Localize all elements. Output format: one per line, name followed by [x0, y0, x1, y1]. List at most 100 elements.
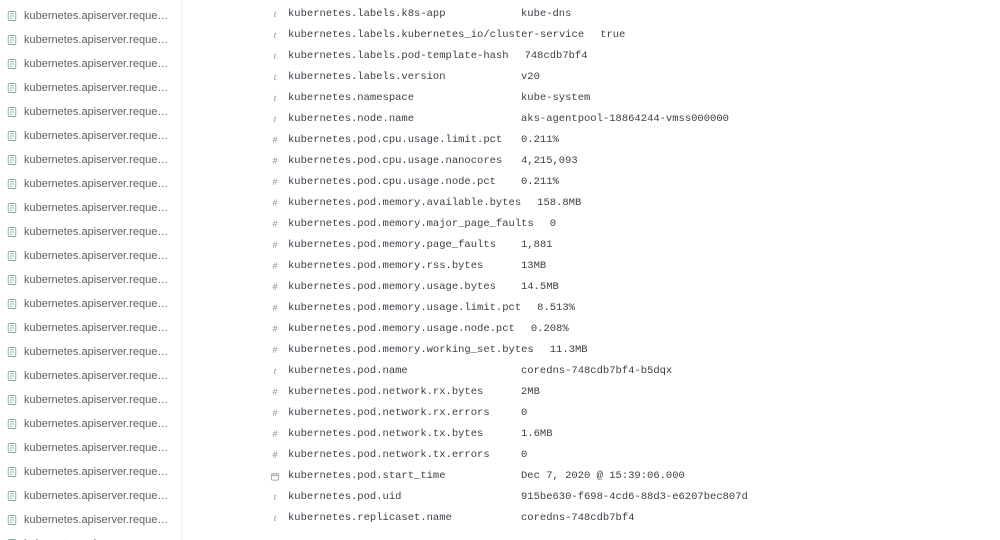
document-icon: [6, 514, 18, 526]
sidebar-item-label: kubernetes.apiserver.reque…: [24, 368, 173, 384]
field-name: kubernetes.pod.memory.usage.bytes: [288, 280, 513, 295]
sidebar-field-item[interactable]: kubernetes.apiserver.reque…: [0, 364, 181, 388]
field-value: 0: [521, 448, 527, 463]
field-row[interactable]: # kubernetes.pod.memory.page_faults 1,88…: [270, 235, 1000, 256]
field-row[interactable]: t kubernetes.replicaset.name coredns-748…: [270, 508, 1000, 529]
field-value: aks-agentpool-18864244-vmss000000: [521, 112, 729, 127]
field-row[interactable]: # kubernetes.pod.memory.usage.node.pct 0…: [270, 319, 1000, 340]
document-icon: [6, 442, 18, 454]
document-icon: [6, 274, 18, 286]
sidebar-field-item[interactable]: kubernetes.apiserver.reque…: [0, 124, 181, 148]
field-value: 11.3MB: [550, 343, 588, 358]
field-row[interactable]: # kubernetes.pod.memory.rss.bytes 13MB: [270, 256, 1000, 277]
sidebar-item-label: kubernetes.apiserver.reque…: [24, 104, 173, 120]
sidebar-field-item[interactable]: kubernetes.apiserver.reque…: [0, 76, 181, 100]
field-name: kubernetes.replicaset.name: [288, 511, 513, 526]
field-row[interactable]: kubernetes.pod.start_time Dec 7, 2020 @ …: [270, 466, 1000, 487]
field-row[interactable]: t kubernetes.labels.version v20: [270, 67, 1000, 88]
sidebar-item-label: kubernetes.apiserver.reque…: [24, 80, 173, 96]
field-row[interactable]: # kubernetes.pod.cpu.usage.node.pct 0.21…: [270, 172, 1000, 193]
text-type-icon: t: [270, 28, 280, 43]
sidebar-item-label: kubernetes.apiserver.reque…: [24, 464, 173, 480]
field-row[interactable]: # kubernetes.pod.network.rx.errors 0: [270, 403, 1000, 424]
sidebar-item-label: kubernetes.apiserver.reque…: [24, 200, 173, 216]
field-name: kubernetes.labels.version: [288, 70, 513, 85]
field-name: kubernetes.pod.memory.major_page_faults: [288, 217, 542, 232]
field-row[interactable]: # kubernetes.pod.network.rx.bytes 2MB: [270, 382, 1000, 403]
text-type-icon: t: [270, 511, 280, 526]
field-value: Dec 7, 2020 @ 15:39:06.000: [521, 469, 685, 484]
document-icon: [6, 490, 18, 502]
field-row[interactable]: # kubernetes.pod.memory.available.bytes …: [270, 193, 1000, 214]
gutter: [182, 0, 270, 540]
sidebar-field-item[interactable]: kubernetes.apiserver.reque…: [0, 292, 181, 316]
number-type-icon: #: [270, 154, 280, 169]
field-value: 4,215,093: [521, 154, 578, 169]
field-row[interactable]: t kubernetes.labels.pod-template-hash 74…: [270, 46, 1000, 67]
field-row[interactable]: t kubernetes.namespace kube-system: [270, 88, 1000, 109]
sidebar-item-label: kubernetes.apiserver.reque…: [24, 416, 173, 432]
sidebar-field-item[interactable]: kubernetes.apiserver.reque…: [0, 148, 181, 172]
sidebar-item-label: kubernetes.apiserver.reque…: [24, 440, 173, 456]
field-value: 915be630-f698-4cd6-88d3-e6207bec807d: [521, 490, 748, 505]
field-name: kubernetes.pod.network.rx.errors: [288, 406, 513, 421]
field-value: 158.8MB: [537, 196, 581, 211]
sidebar-field-item[interactable]: kubernetes.apiserver.reque…: [0, 172, 181, 196]
field-row[interactable]: # kubernetes.pod.cpu.usage.limit.pct 0.2…: [270, 130, 1000, 151]
field-row[interactable]: t kubernetes.node.name aks-agentpool-188…: [270, 109, 1000, 130]
date-type-icon: [270, 472, 280, 482]
sidebar-field-item[interactable]: kubernetes.apiserver.reque…: [0, 412, 181, 436]
field-name: kubernetes.pod.memory.working_set.bytes: [288, 343, 542, 358]
field-value: 14.5MB: [521, 280, 559, 295]
field-row[interactable]: t kubernetes.labels.k8s-app kube-dns: [270, 4, 1000, 25]
number-type-icon: #: [270, 448, 280, 463]
text-type-icon: t: [270, 70, 280, 85]
sidebar-field-item[interactable]: kubernetes.apiserver.reque…: [0, 340, 181, 364]
field-value: 13MB: [521, 259, 546, 274]
field-row[interactable]: # kubernetes.pod.cpu.usage.nanocores 4,2…: [270, 151, 1000, 172]
field-row[interactable]: # kubernetes.pod.network.tx.errors 0: [270, 445, 1000, 466]
sidebar-field-item[interactable]: kubernetes.apiserver.reque…: [0, 4, 181, 28]
sidebar-item-label: kubernetes.apiserver.reque…: [24, 56, 173, 72]
text-type-icon: t: [270, 112, 280, 127]
field-row[interactable]: # kubernetes.pod.memory.working_set.byte…: [270, 340, 1000, 361]
field-name: kubernetes.pod.cpu.usage.nanocores: [288, 154, 513, 169]
sidebar-field-item[interactable]: kubernetes.apiserver.reque…: [0, 244, 181, 268]
sidebar-field-item[interactable]: kubernetes.apiserver.reque…: [0, 460, 181, 484]
sidebar-item-label: kubernetes.apiserver.reque…: [24, 272, 173, 288]
sidebar-item-label: kubernetes.apiserver.reque…: [24, 536, 173, 540]
field-name: kubernetes.pod.memory.available.bytes: [288, 196, 529, 211]
sidebar-item-label: kubernetes.apiserver.reque…: [24, 32, 173, 48]
sidebar-field-item[interactable]: kubernetes.apiserver.reque…: [0, 388, 181, 412]
sidebar-field-item[interactable]: kubernetes.apiserver.reque…: [0, 28, 181, 52]
number-type-icon: #: [270, 280, 280, 295]
field-row[interactable]: # kubernetes.pod.memory.usage.limit.pct …: [270, 298, 1000, 319]
field-row[interactable]: # kubernetes.pod.memory.usage.bytes 14.5…: [270, 277, 1000, 298]
number-type-icon: #: [270, 196, 280, 211]
field-row[interactable]: # kubernetes.pod.memory.major_page_fault…: [270, 214, 1000, 235]
document-icon: [6, 394, 18, 406]
field-row[interactable]: t kubernetes.labels.kubernetes_io/cluste…: [270, 25, 1000, 46]
field-row[interactable]: t kubernetes.pod.name coredns-748cdb7bf4…: [270, 361, 1000, 382]
document-icon: [6, 226, 18, 238]
field-row[interactable]: # kubernetes.pod.network.tx.bytes 1.6MB: [270, 424, 1000, 445]
sidebar-field-item[interactable]: kubernetes.apiserver.reque…: [0, 532, 181, 540]
field-value: coredns-748cdb7bf4: [521, 511, 634, 526]
sidebar-field-item[interactable]: kubernetes.apiserver.reque…: [0, 196, 181, 220]
sidebar-field-item[interactable]: kubernetes.apiserver.reque…: [0, 268, 181, 292]
sidebar-field-item[interactable]: kubernetes.apiserver.reque…: [0, 316, 181, 340]
field-value: 0.208%: [531, 322, 569, 337]
field-name: kubernetes.pod.cpu.usage.limit.pct: [288, 133, 513, 148]
field-row[interactable]: t kubernetes.pod.uid 915be630-f698-4cd6-…: [270, 487, 1000, 508]
field-value: kube-dns: [521, 7, 571, 22]
number-type-icon: #: [270, 322, 280, 337]
document-icon: [6, 82, 18, 94]
number-type-icon: #: [270, 427, 280, 442]
sidebar-field-item[interactable]: kubernetes.apiserver.reque…: [0, 100, 181, 124]
sidebar-field-item[interactable]: kubernetes.apiserver.reque…: [0, 484, 181, 508]
sidebar-field-item[interactable]: kubernetes.apiserver.reque…: [0, 508, 181, 532]
sidebar-item-label: kubernetes.apiserver.reque…: [24, 176, 173, 192]
sidebar-field-item[interactable]: kubernetes.apiserver.reque…: [0, 52, 181, 76]
sidebar-field-item[interactable]: kubernetes.apiserver.reque…: [0, 436, 181, 460]
sidebar-field-item[interactable]: kubernetes.apiserver.reque…: [0, 220, 181, 244]
